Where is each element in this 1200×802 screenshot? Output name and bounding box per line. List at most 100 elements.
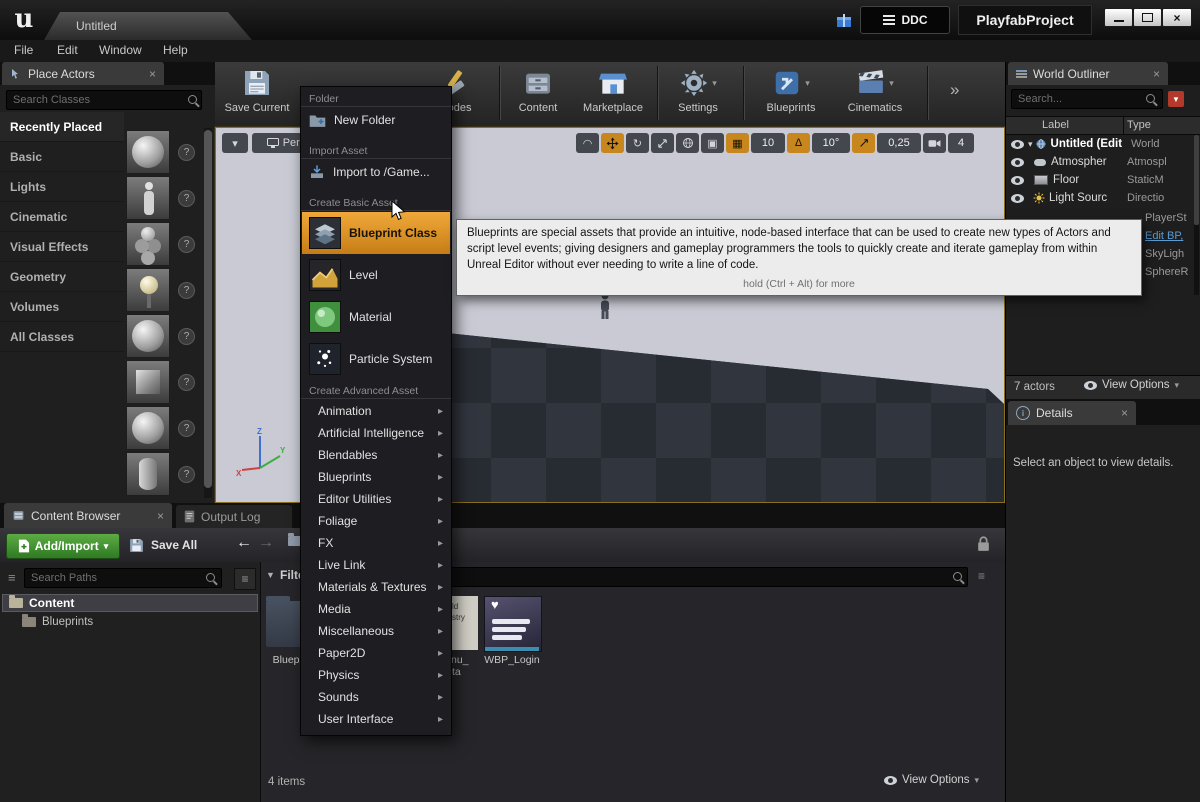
view-settings-icon[interactable]: ≡ (978, 569, 985, 583)
category-lights[interactable]: Lights (0, 172, 124, 202)
level-tab[interactable]: Untitled (44, 12, 252, 40)
outliner-row-fragment[interactable]: SphereR (1145, 266, 1188, 278)
menu-item-particle-system[interactable]: Particle System (302, 338, 450, 380)
rotate-tool-button[interactable]: ↻ (626, 133, 649, 153)
outliner-search-input[interactable] (1011, 89, 1163, 109)
search-paths-input[interactable] (24, 568, 222, 588)
menu-item-blueprint-class[interactable]: Blueprint Class (302, 212, 450, 254)
show-flags-button[interactable]: ◠ (576, 133, 599, 153)
back-button[interactable]: ← (236, 534, 252, 552)
minimize-button[interactable] (1104, 8, 1133, 27)
forward-button[interactable]: → (258, 534, 274, 552)
add-import-button[interactable]: Add/Import ▾ (6, 533, 120, 559)
help-icon[interactable]: ? (178, 420, 195, 437)
menu-help[interactable]: Help (163, 43, 188, 57)
surface-snap-button[interactable]: ▣ (701, 133, 724, 153)
tab-world-outliner[interactable]: World Outliner × (1008, 62, 1168, 85)
visibility-eye-icon[interactable] (1011, 194, 1024, 203)
menu-item-physics[interactable]: Physics▸ (302, 664, 450, 686)
view-list-icon[interactable]: ≡ (234, 568, 256, 590)
menu-edit[interactable]: Edit (57, 43, 78, 57)
actor-thumbnail-sphere3[interactable] (126, 406, 170, 450)
outliner-column-header[interactable]: Label Type (1006, 116, 1200, 135)
sources-toggle-icon[interactable]: ≡ (8, 570, 16, 585)
toolbar-overflow-button[interactable]: » (950, 80, 959, 100)
help-icon[interactable]: ? (178, 190, 195, 207)
content-button[interactable]: Content (505, 64, 571, 124)
world-local-toggle[interactable] (676, 133, 699, 153)
category-recently-placed[interactable]: Recently Placed (0, 112, 124, 142)
scale-snap-value[interactable]: 0,25 (877, 133, 921, 153)
rotation-snap-toggle[interactable]: Δ (787, 133, 810, 153)
viewport-options-button[interactable]: ▾ (222, 133, 248, 153)
category-volumes[interactable]: Volumes (0, 292, 124, 322)
move-tool-button[interactable] (601, 133, 624, 153)
category-geometry[interactable]: Geometry (0, 262, 124, 292)
close-icon[interactable]: × (149, 67, 156, 81)
menu-item-import[interactable]: Import to /Game... (302, 160, 450, 184)
grid-snap-toggle[interactable]: ▦ (726, 133, 749, 153)
search-classes-input[interactable] (6, 90, 202, 110)
scale-tool-button[interactable] (651, 133, 674, 153)
category-basic[interactable]: Basic (0, 142, 124, 172)
outliner-row[interactable]: ▾ Untitled (Edit World (1006, 135, 1194, 153)
category-all-classes[interactable]: All Classes (0, 322, 124, 352)
menu-item-miscellaneous[interactable]: Miscellaneous▸ (302, 620, 450, 642)
close-icon[interactable]: × (1121, 406, 1128, 420)
cb-view-options-button[interactable]: View Options ▾ (884, 774, 979, 786)
menu-item-paper2d[interactable]: Paper2D▸ (302, 642, 450, 664)
menu-item-material[interactable]: Material (302, 296, 450, 338)
expander-icon[interactable]: ▾ (1028, 139, 1033, 150)
menu-item-animation[interactable]: Animation▸ (302, 400, 450, 422)
marketplace-gift-icon[interactable] (836, 12, 852, 28)
actor-thumbnail-sphere2[interactable] (126, 314, 170, 358)
menu-window[interactable]: Window (99, 43, 142, 57)
outliner-row-fragment[interactable]: SkyLigh (1145, 248, 1184, 260)
menu-item-blueprints[interactable]: Blueprints▸ (302, 466, 450, 488)
save-all-button[interactable]: Save All (128, 533, 197, 557)
menu-item-media[interactable]: Media▸ (302, 598, 450, 620)
close-icon[interactable]: × (157, 509, 164, 523)
column-type[interactable]: Type (1127, 119, 1151, 131)
actor-thumbnail-stack[interactable] (126, 222, 170, 266)
menu-item-artificial-intelligence[interactable]: Artificial Intelligence▸ (302, 422, 450, 444)
outliner-row[interactable]: Atmospher Atmospl (1006, 153, 1194, 171)
help-icon[interactable]: ? (178, 466, 195, 483)
actor-thumbnail-lamp[interactable] (126, 268, 170, 312)
menu-item-sounds[interactable]: Sounds▸ (302, 686, 450, 708)
lock-icon[interactable] (977, 536, 990, 552)
visibility-eye-icon[interactable] (1011, 176, 1024, 185)
blueprints-button[interactable]: ▾ Blueprints (751, 64, 831, 124)
column-label[interactable]: Label (1042, 119, 1069, 131)
actor-thumbnail-cube[interactable] (126, 360, 170, 404)
tree-item-blueprints[interactable]: Blueprints (22, 616, 93, 628)
ddc-button[interactable]: DDC (860, 6, 950, 34)
menu-item-live-link[interactable]: Live Link▸ (302, 554, 450, 576)
tab-details[interactable]: i Details × (1008, 401, 1136, 425)
settings-button[interactable]: ▾ Settings (663, 64, 733, 124)
actor-thumbnail-figure[interactable] (126, 176, 170, 220)
menu-item-user-interface[interactable]: User Interface▸ (302, 708, 450, 730)
menu-item-blendables[interactable]: Blendables▸ (302, 444, 450, 466)
category-visual-effects[interactable]: Visual Effects (0, 232, 124, 262)
actor-thumbnail-sphere[interactable] (126, 130, 170, 174)
help-icon[interactable]: ? (178, 144, 195, 161)
camera-speed-button[interactable] (923, 133, 946, 153)
outliner-row[interactable]: Light Sourc Directio (1006, 189, 1194, 207)
menu-file[interactable]: File (14, 43, 33, 57)
filters-funnel-icon[interactable]: ▼ (266, 570, 275, 580)
scrollbar-thumb[interactable] (1194, 135, 1199, 225)
close-icon[interactable]: × (1153, 67, 1160, 81)
scale-snap-toggle[interactable] (852, 133, 875, 153)
rotation-snap-value[interactable]: 10° (812, 133, 850, 153)
menu-item-fx[interactable]: FX▸ (302, 532, 450, 554)
visibility-eye-icon[interactable] (1011, 158, 1024, 167)
maximize-button[interactable] (1133, 8, 1162, 27)
close-button[interactable]: × (1162, 8, 1192, 27)
scrollbar-track[interactable] (1194, 135, 1199, 295)
menu-item-level[interactable]: Level (302, 254, 450, 296)
cinematics-button[interactable]: ▾ Cinematics (833, 64, 917, 124)
help-icon[interactable]: ? (178, 374, 195, 391)
visibility-eye-icon[interactable] (1011, 140, 1024, 149)
help-icon[interactable]: ? (178, 236, 195, 253)
